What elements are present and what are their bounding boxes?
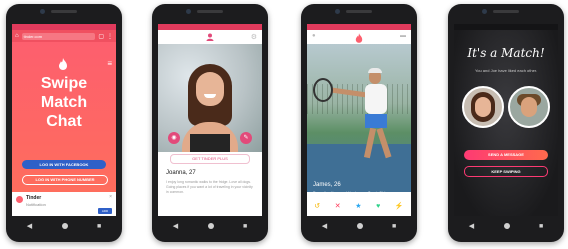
person-icon[interactable]: ●: [312, 33, 316, 39]
android-nav: ◀ ■: [307, 218, 411, 234]
home-button[interactable]: [356, 223, 363, 229]
get-plus-button[interactable]: GET TINDER PLUS: [170, 154, 250, 164]
phone-swipe: ● ▬ James, 26 Recreation Hours and Hambu…: [301, 4, 417, 242]
screen: ⌂ tinder.com ▢ ⋮ ≡ Swipe Match Chat LOG …: [12, 24, 116, 216]
notification[interactable]: Tinder Notification × ADD: [12, 192, 116, 216]
android-nav: ◀ ■: [12, 218, 116, 234]
clothing: [190, 134, 230, 152]
home-button[interactable]: [61, 223, 68, 229]
hero: ≡ Swipe Match Chat LOG IN WITH FACEBOOK …: [12, 42, 116, 192]
notification-title: Tinder: [26, 195, 42, 201]
card-photo[interactable]: James, 26 Recreation Hours and Hamburger…: [307, 44, 411, 195]
android-nav: ◀ ■: [158, 218, 262, 234]
flame-icon: [59, 58, 67, 70]
recents-icon[interactable]: ■: [97, 223, 101, 230]
recents-icon[interactable]: ■: [539, 223, 543, 230]
app-icon: [16, 196, 23, 203]
speaker: [197, 10, 223, 13]
person-icon[interactable]: [206, 33, 214, 41]
url-field[interactable]: tinder.com: [21, 32, 96, 40]
top-bar: ● ▬: [307, 30, 411, 44]
headline: Swipe Match Chat: [12, 74, 116, 131]
chat-icon[interactable]: ▬: [400, 33, 406, 39]
edit-icon[interactable]: ✎: [240, 132, 252, 144]
browser-bar: ⌂ tinder.com ▢ ⋮: [12, 30, 116, 42]
match-subtitle: You and Joe have liked each other.: [474, 68, 538, 73]
camera: [482, 9, 487, 14]
face: [196, 72, 224, 106]
camera: [40, 9, 45, 14]
home-button[interactable]: [207, 223, 214, 229]
speaker: [493, 10, 519, 13]
back-icon[interactable]: ◀: [27, 223, 32, 230]
avatar: [508, 86, 550, 128]
phone-login: ⌂ tinder.com ▢ ⋮ ≡ Swipe Match Chat LOG …: [6, 4, 122, 242]
profile-description: I enjoy long romantic walks to the fridg…: [166, 180, 253, 194]
nope-icon[interactable]: ✕: [335, 202, 341, 210]
avatar: [462, 86, 504, 128]
headline-line: Chat: [46, 113, 82, 130]
flame-icon[interactable]: [355, 33, 363, 43]
phone-login-button[interactable]: LOG IN WITH PHONE NUMBER: [22, 175, 108, 185]
home-icon[interactable]: ⌂: [15, 33, 19, 39]
screen: It's a Match! You and Joe have liked eac…: [454, 24, 558, 216]
close-icon[interactable]: ×: [109, 194, 112, 200]
camera: [186, 9, 191, 14]
back-icon[interactable]: ◀: [173, 223, 178, 230]
screen: ⚙ ◉ ✎ GET TINDER PLUS Joanna, 27 I enjoy…: [158, 24, 262, 216]
facebook-login-button[interactable]: LOG IN WITH FACEBOOK: [22, 160, 106, 169]
face: [475, 97, 491, 117]
headline-line: Swipe: [40, 75, 88, 92]
racket: [313, 78, 333, 102]
camera: [335, 9, 340, 14]
camera-icon[interactable]: ◉: [168, 132, 180, 144]
headline-line: Match: [40, 94, 88, 111]
overflow-icon[interactable]: ⋮: [107, 33, 113, 40]
rewind-icon[interactable]: ↺: [314, 202, 320, 210]
speaker: [51, 10, 77, 13]
send-message-button[interactable]: SEND A MESSAGE: [464, 150, 548, 160]
action-bar: ↺ ✕ ★ ♥ ⚡: [307, 196, 411, 216]
face: [521, 97, 537, 117]
home-button[interactable]: [503, 223, 510, 229]
screen: ● ▬ James, 26 Recreation Hours and Hambu…: [307, 24, 411, 216]
menu-icon[interactable]: ≡: [107, 59, 112, 68]
android-nav: ◀ ■: [454, 218, 558, 234]
tabs-icon[interactable]: ▢: [98, 33, 104, 40]
profile-name: Joanna, 27: [166, 170, 196, 176]
shirt: [365, 84, 387, 114]
top-bar: ⚙: [158, 30, 262, 45]
match-title: It's a Match!: [467, 46, 545, 60]
recents-icon[interactable]: ■: [243, 223, 247, 230]
back-icon[interactable]: ◀: [469, 223, 474, 230]
boost-icon[interactable]: ⚡: [395, 202, 404, 210]
star-icon[interactable]: ★: [355, 202, 361, 210]
notification-action-button[interactable]: ADD: [98, 208, 112, 214]
phone-profile: ⚙ ◉ ✎ GET TINDER PLUS Joanna, 27 I enjoy…: [152, 4, 268, 242]
card-name: James, 26: [313, 182, 341, 188]
cap: [368, 68, 382, 73]
speaker: [346, 10, 372, 13]
shorts: [365, 114, 387, 128]
phone-match: It's a Match! You and Joe have liked eac…: [448, 4, 564, 242]
heart-icon[interactable]: ♥: [376, 203, 380, 210]
notification-body: Notification: [26, 202, 46, 207]
keep-swiping-button[interactable]: KEEP SWIPING: [464, 166, 548, 177]
gear-icon[interactable]: ⚙: [251, 33, 257, 41]
back-icon[interactable]: ◀: [322, 223, 327, 230]
recents-icon[interactable]: ■: [392, 223, 396, 230]
